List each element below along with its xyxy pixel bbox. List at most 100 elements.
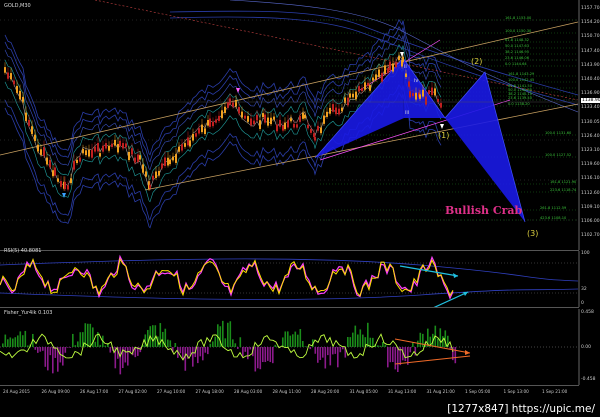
fisher-bar-positive: [347, 336, 349, 347]
candle-body: [238, 106, 240, 114]
fisher-bar-positive: [7, 339, 9, 347]
time-tick: 28 Aug 03:00: [234, 389, 263, 394]
wave-label-3: (3): [527, 229, 539, 238]
wave-label-2: (2): [471, 57, 483, 66]
candle-body: [341, 107, 343, 112]
candle-body: [329, 107, 331, 114]
candle-body: [181, 144, 183, 151]
candle-body: [119, 140, 121, 147]
fib-level-label: 423.6 1108.10: [540, 216, 567, 220]
pivot-label-iii: iii: [405, 110, 410, 116]
candle-body: [270, 117, 272, 125]
fib-level-label: 23.6 1139.40: [508, 96, 533, 100]
fisher-bar-positive: [354, 325, 357, 347]
candle-body: [105, 143, 107, 149]
time-tick: 31 Aug 21:00: [426, 389, 455, 394]
fisher-bar-negative: [324, 347, 327, 369]
fisher-tick-mid: 0.00: [581, 345, 592, 350]
candle-body: [262, 113, 264, 118]
candle-body: [244, 115, 246, 119]
fisher-bar-positive: [274, 344, 277, 347]
fisher-bar-negative: [127, 347, 129, 366]
fib-level-label: 100.0 1142.45: [508, 78, 535, 82]
fisher-bar-positive: [94, 341, 97, 347]
fisher-bar-negative: [409, 347, 412, 353]
fisher-bar-positive: [222, 320, 224, 347]
candle-body: [85, 150, 87, 156]
candle-body: [317, 125, 319, 131]
fisher-bar-negative: [204, 347, 207, 353]
symbol-label: GOLD,M30: [4, 3, 31, 9]
candle-body: [137, 154, 139, 162]
candle-body: [364, 82, 366, 90]
price-tick: 1106.00: [581, 219, 600, 224]
candle-body: [209, 118, 211, 127]
fisher-bar-negative: [322, 347, 324, 358]
pane-separator: [0, 385, 579, 386]
fisher-bar-positive: [24, 330, 27, 347]
fisher-bar-negative: [334, 347, 337, 354]
fisher-bar-positive: [214, 336, 217, 347]
fisher-bar-positive: [14, 337, 17, 347]
candle-body: [76, 159, 78, 164]
candle-body: [16, 85, 18, 93]
candle-body: [43, 147, 45, 156]
fisher-indicator-pane[interactable]: Fisher_Yur4ik 0.103 0.458 0.00 -0.458: [0, 309, 600, 385]
fisher-bar-positive: [72, 333, 74, 347]
fisher-bar-negative: [192, 347, 194, 367]
fisher-bar-negative: [119, 347, 122, 375]
candle-body: [229, 98, 231, 105]
fisher-bar-negative: [54, 347, 57, 358]
fisher-bar-negative: [387, 347, 389, 368]
candle-body: [70, 178, 72, 184]
fisher-bar-negative: [329, 347, 332, 366]
candle-body: [145, 171, 147, 177]
fisher-bar-negative: [109, 347, 112, 353]
fisher-bar-positive: [282, 337, 284, 347]
fisher-bar-positive: [4, 334, 7, 347]
time-tick: 31 Aug 05:00: [349, 389, 378, 394]
fib-level-label: 38.2 1146.95: [505, 50, 530, 54]
rsi-line: [0, 257, 454, 297]
candle-body: [358, 86, 360, 92]
fisher-bar-positive: [304, 346, 307, 347]
candle-body: [172, 156, 174, 161]
fisher-bar-negative: [259, 347, 262, 370]
candle-body: [218, 115, 220, 121]
fisher-bar-positive: [382, 341, 384, 347]
fisher-bar-negative: [37, 347, 39, 353]
fisher-bar-positive: [104, 345, 107, 347]
fisher-bar-negative: [267, 347, 269, 361]
rsi-indicator-pane[interactable]: RSI(5) 40.8081 100 32 0: [0, 248, 600, 307]
candle-body: [139, 155, 141, 160]
candle-body: [178, 146, 180, 152]
candle-body: [415, 92, 417, 100]
candle-body: [134, 157, 136, 163]
fib-level-label: 100.0 1150.30: [505, 29, 532, 33]
price-tick: 1154.20: [581, 20, 600, 26]
candle-body: [67, 185, 69, 190]
fisher-bar-negative: [67, 347, 69, 348]
fib-level-label: 23.6 1146.06: [505, 56, 530, 60]
candle-body: [355, 91, 357, 100]
fisher-bar-positive: [22, 335, 24, 347]
candle-body: [279, 119, 281, 127]
fisher-bar-negative: [454, 347, 457, 364]
candle-body: [392, 63, 394, 72]
fisher-bar-negative: [257, 347, 259, 369]
candle-body: [52, 170, 54, 177]
fisher-bar-positive: [27, 345, 29, 347]
main-price-chart[interactable]: GOLD,M30 Bullish Crab (1) (2) (3) ii iii…: [0, 0, 600, 250]
fisher-bar-positive: [437, 338, 439, 347]
fisher-bar-positive: [19, 331, 22, 347]
candle-body: [381, 72, 383, 82]
candle-body: [332, 104, 334, 112]
candle-body: [187, 137, 189, 146]
fisher-bar-negative: [34, 347, 37, 350]
fisher-bar-positive: [412, 342, 414, 347]
fisher-bar-negative: [339, 347, 342, 353]
candle-body: [221, 110, 223, 119]
candle-body: [4, 67, 6, 73]
fisher-bar-negative: [44, 347, 47, 367]
candle-body: [320, 127, 322, 134]
